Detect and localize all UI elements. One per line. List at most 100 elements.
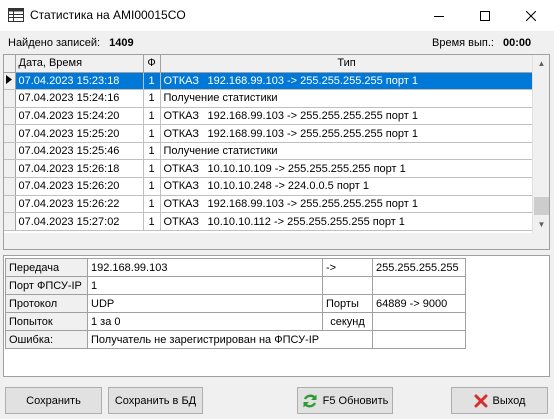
scroll-down-icon[interactable]: ▼	[533, 216, 549, 233]
error-label: Ошибка:	[5, 330, 88, 349]
port-label: Порт ФПСУ-IP	[5, 276, 88, 295]
cell-flag: 1	[143, 159, 161, 179]
grid-vertical-scrollbar[interactable]: ▲ ▼	[532, 55, 549, 233]
cell-datetime: 07.04.2023 15:25:20	[15, 124, 144, 143]
table-row[interactable]: 07.04.2023 15:25:46 1 Получение статистики	[4, 142, 534, 161]
row-indicator[interactable]	[4, 142, 16, 161]
table-row[interactable]: 07.04.2023 15:27:02 1 ОТКАЗ 10.10.10.112 ->…	[4, 212, 534, 231]
close-icon	[526, 10, 536, 21]
exit-button-label: Выход	[492, 394, 526, 407]
row-indicator[interactable]	[4, 124, 16, 143]
save-button-label: Сохранить	[26, 394, 81, 407]
save-db-button-label: Сохранить в БД	[114, 394, 197, 407]
table-row[interactable]: 07.04.2023 15:24:16 1 Получение статистики	[4, 89, 534, 108]
grid-header: Дата, Время Ф Тип	[4, 55, 534, 73]
event-detail: 192.168.99.103 -> 255.255.255.255 порт 1	[207, 74, 418, 87]
detail-table: Передача 192.168.99.103 -> 255.255.255.2…	[5, 258, 466, 349]
scroll-up-icon[interactable]: ▲	[533, 55, 549, 72]
attempts-label: Попыток	[5, 312, 88, 331]
records-found-label: Найдено записей:	[8, 37, 101, 49]
row-pointer-icon	[6, 74, 13, 87]
cell-type: ОТКАЗ 10.10.10.112 -> 255.255.255.255 пор…	[160, 212, 534, 231]
close-button[interactable]	[508, 0, 554, 31]
minimize-icon	[434, 11, 444, 21]
cell-datetime: 07.04.2023 15:24:16	[15, 89, 144, 108]
table-row[interactable]: 07.04.2023 15:25:20 1 ОТКАЗ 192.168.99.103 …	[4, 124, 534, 143]
cell-datetime: 07.04.2023 15:25:46	[15, 142, 144, 161]
header-datetime[interactable]: Дата, Время	[15, 55, 144, 73]
table-row[interactable]: 07.04.2023 15:24:20 1 ОТКАЗ 192.168.99.103 …	[4, 107, 534, 126]
header-indicator	[4, 55, 16, 73]
cell-type: ОТКАЗ 10.10.10.248 -> 224.0.0.5 порт 1	[160, 177, 534, 196]
refresh-button-label: F5 Обновить	[322, 394, 389, 407]
row-indicator[interactable]	[4, 159, 16, 179]
cell-type: ОТКАЗ 192.168.99.103 -> 255.255.255.255 п…	[160, 107, 534, 126]
event-kind: ОТКАЗ	[163, 162, 200, 175]
cell-flag: 1	[143, 177, 161, 196]
scroll-thumb[interactable]	[534, 197, 549, 215]
event-kind: ОТКАЗ	[163, 215, 200, 228]
maximize-button[interactable]	[462, 0, 508, 31]
event-kind: ОТКАЗ	[163, 180, 200, 193]
row-indicator[interactable]	[4, 195, 16, 214]
table-grid-icon	[8, 8, 24, 22]
table-row[interactable]: 07.04.2023 15:26:18 1 ОТКАЗ 10.10.10.109 ->…	[4, 159, 534, 179]
save-button[interactable]: Сохранить	[5, 387, 102, 414]
event-kind: Получение статистики	[163, 145, 278, 158]
protocol-value: UDP	[87, 294, 323, 313]
cell-type: Получение статистики	[160, 142, 534, 161]
table-row[interactable]: 07.04.2023 15:26:20 1 ОТКАЗ 10.10.10.248 ->…	[4, 177, 534, 196]
records-table: Дата, Время Ф Тип 07.04.2023 15:23:18 1 ОТ…	[4, 55, 534, 231]
event-detail: 10.10.10.248 -> 224.0.0.5 порт 1	[207, 180, 370, 193]
cell-datetime: 07.04.2023 15:27:02	[15, 212, 144, 231]
cell-type: ОТКАЗ 10.10.10.109 -> 255.255.255.255 пор…	[160, 159, 534, 179]
empty-cell	[372, 330, 466, 349]
minimize-button[interactable]	[416, 0, 462, 31]
event-detail: 10.10.10.109 -> 255.255.255.255 порт 1	[207, 162, 406, 175]
records-found-value: 1409	[109, 37, 134, 49]
maximize-icon	[480, 10, 490, 21]
transfer-destination: 255.255.255.255	[372, 258, 466, 277]
event-kind: Получение статистики	[163, 92, 278, 105]
row-indicator[interactable]	[4, 89, 16, 108]
execution-time: Время вып.: 00:00	[432, 37, 531, 49]
records-grid[interactable]: Дата, Время Ф Тип 07.04.2023 15:23:18 1 ОТ…	[3, 54, 550, 250]
cell-datetime: 07.04.2023 15:26:20	[15, 177, 144, 196]
cell-type: ОТКАЗ 192.168.99.103 -> 255.255.255.255 п…	[160, 195, 534, 214]
cell-flag: 1	[143, 72, 161, 91]
exit-x-icon	[474, 394, 488, 408]
ports-label: Порты	[322, 294, 373, 313]
port-value: 1	[87, 276, 323, 295]
header-flag[interactable]: Ф	[143, 55, 161, 73]
execution-time-value: 00:00	[503, 37, 532, 49]
cell-flag: 1	[143, 89, 161, 108]
event-detail: 192.168.99.103 -> 255.255.255.255 порт 1	[207, 197, 418, 210]
window-title: Статистика на AMI00015CO	[30, 8, 186, 22]
table-row[interactable]: 07.04.2023 15:23:18 1 ОТКАЗ 192.168.99.103 …	[4, 72, 534, 91]
protocol-label: Протокол	[5, 294, 88, 313]
event-kind: ОТКАЗ	[163, 127, 200, 140]
empty-cell	[372, 276, 466, 295]
row-indicator[interactable]	[4, 107, 16, 126]
cell-flag: 1	[143, 142, 161, 161]
grid-bottom-bar	[4, 233, 549, 249]
refresh-button[interactable]: F5 Обновить	[297, 387, 393, 414]
row-indicator[interactable]	[4, 212, 16, 231]
table-row[interactable]: 07.04.2023 15:26:22 1 ОТКАЗ 192.168.99.103 …	[4, 195, 534, 214]
event-detail: 192.168.99.103 -> 255.255.255.255 порт 1	[207, 109, 418, 122]
transfer-label: Передача	[5, 258, 88, 277]
error-value: Получатель не зарегистрирован на ФПСУ-IP	[87, 330, 373, 349]
header-type[interactable]: Тип	[160, 55, 534, 73]
cell-datetime: 07.04.2023 15:24:20	[15, 107, 144, 126]
exit-button[interactable]: Выход	[451, 387, 548, 414]
cell-flag: 1	[143, 195, 161, 214]
row-indicator[interactable]	[4, 72, 16, 91]
detail-panel: Передача 192.168.99.103 -> 255.255.255.2…	[3, 255, 550, 377]
event-kind: ОТКАЗ	[163, 109, 200, 122]
cell-flag: 1	[143, 107, 161, 126]
row-indicator[interactable]	[4, 177, 16, 196]
seconds-label: секунд	[322, 312, 373, 331]
refresh-icon	[302, 393, 318, 409]
event-detail: 192.168.99.103 -> 255.255.255.255 порт 1	[207, 127, 418, 140]
save-db-button[interactable]: Сохранить в БД	[108, 387, 203, 414]
